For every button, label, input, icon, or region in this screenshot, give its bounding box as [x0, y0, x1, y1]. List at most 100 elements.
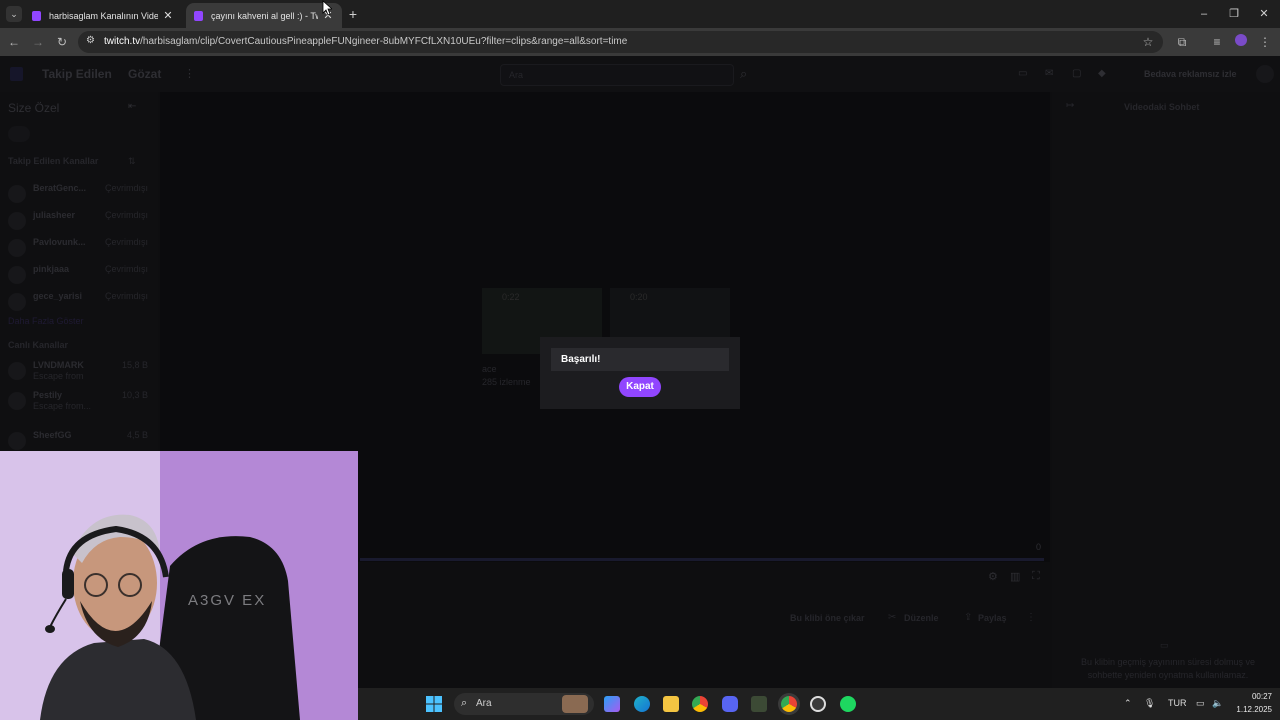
- chrome-active-icon[interactable]: [781, 696, 797, 712]
- site-info-icon[interactable]: ⚙: [86, 35, 95, 46]
- whispers-icon[interactable]: ✉: [1045, 68, 1053, 79]
- edge-icon[interactable]: [634, 696, 650, 712]
- clip-card-title: ace: [482, 364, 497, 374]
- avatar: [8, 239, 26, 257]
- bookmark-button[interactable]: ☆: [1140, 34, 1156, 50]
- settings-icon[interactable]: ⚙: [988, 570, 998, 583]
- sidebar-toggle-icon[interactable]: [8, 126, 30, 142]
- expand-chat-icon[interactable]: ↦: [1066, 100, 1074, 111]
- chrome-icon[interactable]: [692, 696, 708, 712]
- tab-active[interactable]: çayını kahveni al gell :) - Twitch ✕: [186, 3, 342, 28]
- viewer-count: 10,3 B: [121, 390, 148, 400]
- star-icon: ☆: [1142, 35, 1154, 49]
- channel-name: LVNDMARK: [33, 360, 84, 370]
- volume-icon[interactable]: 🔈: [1212, 698, 1223, 709]
- twitch-favicon-icon: [194, 10, 203, 21]
- network-icon[interactable]: ▭: [1196, 698, 1205, 709]
- followed-channel[interactable]: Pavlovunk... Çevrimdışı: [8, 237, 148, 257]
- clock-time[interactable]: 00:27: [1236, 692, 1272, 701]
- app-icon[interactable]: [751, 696, 767, 712]
- taskbar-search[interactable]: ⌕ Ara: [454, 693, 594, 715]
- channel-name: gece_yarisi: [33, 291, 83, 301]
- theatre-mode-icon[interactable]: ▥: [1010, 570, 1020, 583]
- user-avatar[interactable]: [1256, 65, 1274, 83]
- url-text: twitch.tv/harbisaglam/clip/CovertCautiou…: [104, 36, 627, 47]
- more-icon[interactable]: ⋮: [184, 67, 195, 80]
- close-window-button[interactable]: ✕: [1256, 6, 1272, 22]
- spotify-icon[interactable]: [840, 696, 856, 712]
- share-icon: ⇪: [964, 612, 973, 623]
- new-tab-button[interactable]: +: [345, 6, 361, 22]
- twitch-logo-icon[interactable]: [10, 67, 23, 81]
- more-options-icon[interactable]: ⋮: [1026, 612, 1036, 623]
- activity-icon[interactable]: ▢: [1072, 68, 1081, 79]
- channel-status: Çevrimdışı: [104, 183, 148, 193]
- share-clip-button[interactable]: Paylaş: [978, 613, 1007, 623]
- playlist-icon: ≡: [1213, 35, 1221, 49]
- browser-toolbar: ← → ↻ ⚙ twitch.tv/harbisaglam/clip/Cover…: [0, 28, 1280, 56]
- twitch-top-nav: Takip Edilen Gözat ⋮ Ara ⌕ ▭ ✉ ▢ ◆ Bedav…: [0, 56, 1280, 92]
- puzzle-icon: ⧉: [1177, 35, 1187, 49]
- extensions-button[interactable]: ⧉: [1174, 34, 1190, 50]
- live-channel[interactable]: SheefGG 4,5 B: [8, 430, 148, 450]
- reload-button[interactable]: ↻: [54, 34, 70, 50]
- back-button[interactable]: ←: [6, 34, 22, 50]
- fullscreen-icon[interactable]: ⛶: [1032, 570, 1040, 583]
- tab-title: çayını kahveni al gell :) - Twitch: [211, 10, 318, 21]
- tab-search-button[interactable]: ⌄: [6, 6, 22, 22]
- microphone-icon[interactable]: 🎙: [1144, 698, 1155, 709]
- player-progress-bar[interactable]: [360, 558, 1044, 561]
- modal-title: Başarılı!: [551, 348, 729, 371]
- copilot-icon[interactable]: [604, 696, 620, 712]
- close-modal-button[interactable]: Kapat: [619, 377, 661, 397]
- followed-channel[interactable]: juliasheer Çevrimdışı: [8, 210, 148, 230]
- forward-button[interactable]: →: [30, 34, 46, 50]
- search-icon[interactable]: ⌕: [740, 66, 747, 82]
- scissors-icon: ✂: [888, 612, 897, 623]
- channel-name: juliasheer: [33, 210, 76, 220]
- channel-game: Escape from...: [33, 401, 92, 411]
- media-controls-button[interactable]: ≡: [1209, 34, 1225, 50]
- channel-status: Çevrimdışı: [104, 237, 148, 247]
- inbox-icon[interactable]: ▭: [1018, 68, 1027, 79]
- file-explorer-icon[interactable]: [663, 696, 679, 712]
- followed-channel[interactable]: BeratGenc... Çevrimdışı: [8, 183, 148, 203]
- address-bar[interactable]: ⚙ twitch.tv/harbisaglam/clip/CovertCauti…: [78, 31, 1163, 53]
- tab-inactive[interactable]: harbisaglam Kanalının Videoları ✕: [24, 3, 182, 28]
- show-more-link[interactable]: Daha Fazla Göster: [8, 316, 84, 326]
- collapse-sidebar-icon[interactable]: ⇤: [128, 101, 136, 112]
- sidebar-followed-header: Takip Edilen Kanallar: [8, 156, 99, 166]
- chat-title: Videodaki Sohbet: [1124, 102, 1200, 112]
- discord-icon[interactable]: [722, 696, 738, 712]
- close-icon[interactable]: ✕: [162, 9, 174, 22]
- live-channel[interactable]: LVNDMARK Escape from 15,8 B: [8, 360, 148, 386]
- sort-icon[interactable]: ⇅: [128, 156, 136, 167]
- twitch-search-input[interactable]: Ara: [500, 64, 734, 86]
- nav-browse[interactable]: Gözat: [128, 67, 161, 81]
- restore-button[interactable]: ❐: [1226, 6, 1242, 22]
- nav-following[interactable]: Takip Edilen: [42, 67, 112, 81]
- webcam-overlay: A3GV EX: [0, 451, 358, 720]
- clip-card-views: 285 izlenme: [482, 377, 531, 387]
- browser-menu-button[interactable]: ⋮: [1257, 34, 1273, 50]
- success-modal: Başarılı! Kapat: [540, 337, 740, 409]
- avatar: [8, 392, 26, 410]
- profile-button[interactable]: [1233, 34, 1249, 50]
- tray-overflow-icon[interactable]: ⌃: [1124, 698, 1132, 709]
- channel-status: Çevrimdışı: [104, 291, 148, 301]
- followed-channel[interactable]: gece_yarisi Çevrimdışı: [8, 291, 148, 311]
- clock-date[interactable]: 1.12.2025: [1226, 705, 1272, 714]
- feature-clip-button[interactable]: Bu klibi öne çıkar: [790, 613, 865, 623]
- language-indicator[interactable]: TUR: [1168, 698, 1187, 708]
- minimize-button[interactable]: –: [1196, 6, 1212, 22]
- search-icon: ⌕: [461, 697, 468, 709]
- avatar: [8, 266, 26, 284]
- followed-channel[interactable]: pinkjaaa Çevrimdışı: [8, 264, 148, 284]
- ad-free-button[interactable]: Bedava reklamsız izle: [1144, 69, 1237, 79]
- bits-icon[interactable]: ◆: [1098, 68, 1106, 79]
- edit-clip-button[interactable]: Düzenle: [904, 613, 939, 623]
- start-button[interactable]: [426, 696, 442, 712]
- live-channel[interactable]: Pestily Escape from... 10,3 B: [8, 390, 148, 416]
- obs-icon[interactable]: [810, 696, 826, 712]
- viewer-count: 4,5 B: [126, 430, 148, 440]
